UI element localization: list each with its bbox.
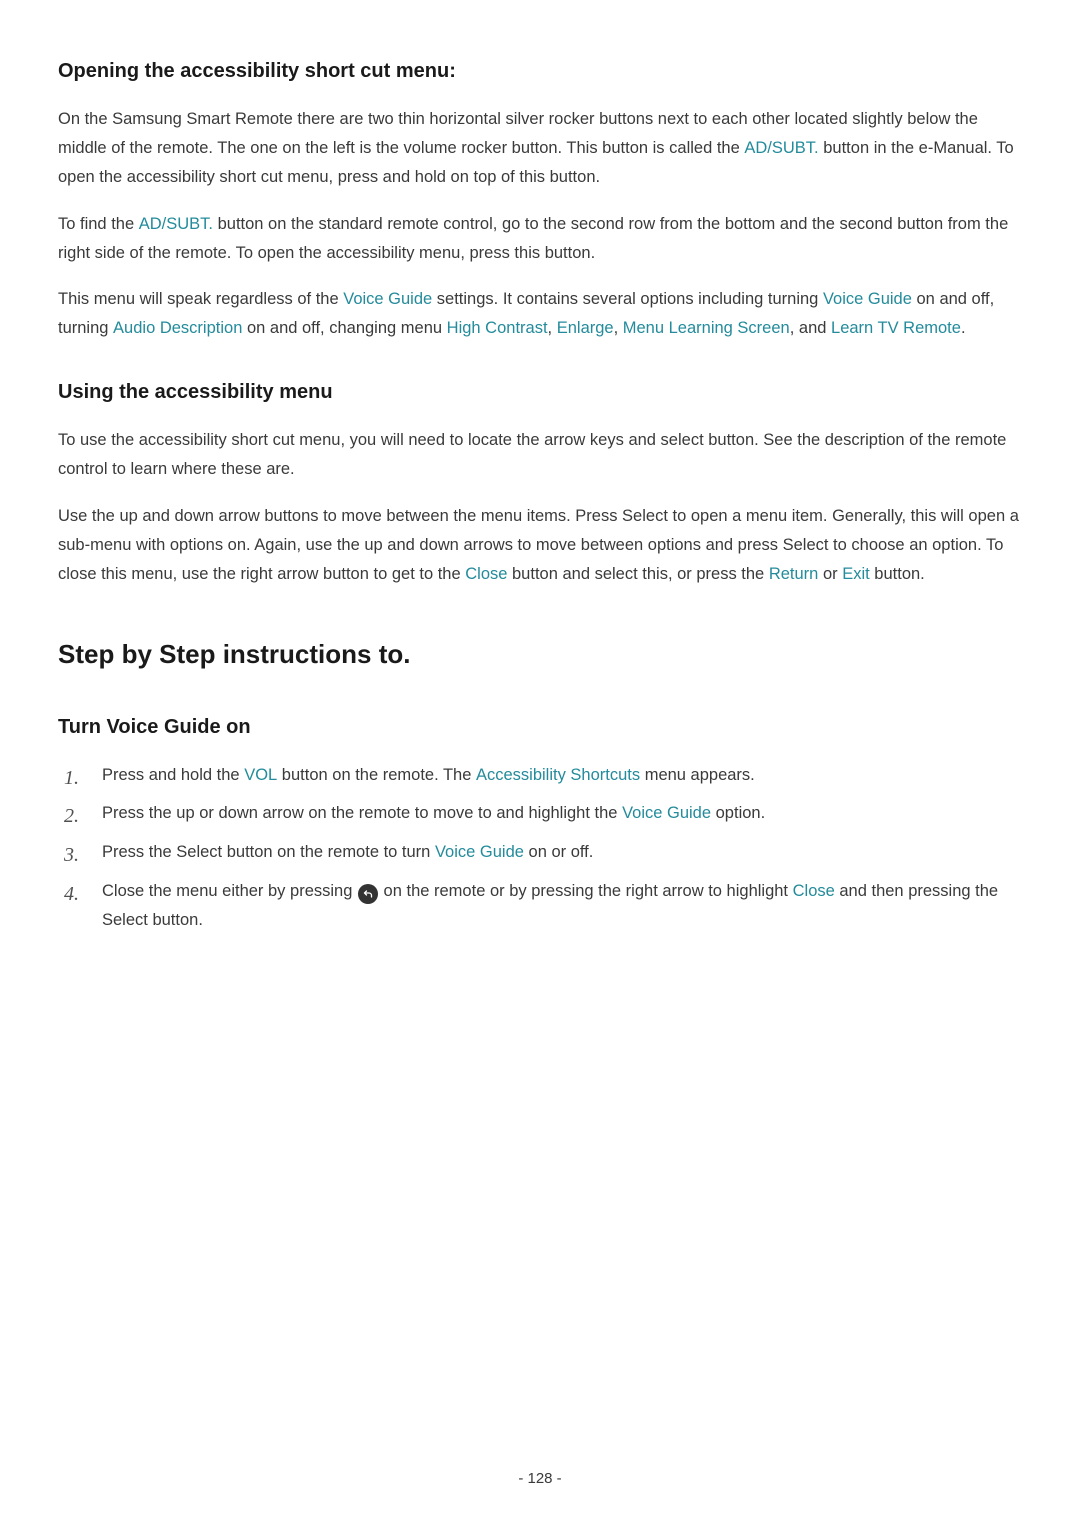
body-text: on or off. [524, 843, 593, 861]
paragraph: To find the AD/SUBT. button on the stand… [58, 210, 1022, 268]
term-return: Return [769, 565, 819, 583]
page-number: - 128 - [0, 1470, 1080, 1487]
term-high-contrast: High Contrast [447, 319, 548, 337]
body-text: Press the Select button on the remote to… [102, 843, 435, 861]
body-text: , and [790, 319, 831, 337]
body-text: , [548, 319, 557, 337]
term-close: Close [465, 565, 507, 583]
body-text: button. [870, 565, 925, 583]
return-icon [358, 884, 378, 904]
list-item: Press the Select button on the remote to… [58, 838, 1022, 867]
ordered-steps: Press and hold the VOL button on the rem… [58, 761, 1022, 935]
term-vol: VOL [244, 766, 277, 784]
body-text: settings. It contains several options in… [432, 290, 823, 308]
heading-opening-shortcut: Opening the accessibility short cut menu… [58, 58, 1022, 85]
term-ad-subt: AD/SUBT. [139, 215, 213, 233]
body-text: button on the remote. The [277, 766, 476, 784]
term-audio-description: Audio Description [113, 319, 242, 337]
section-using-accessibility-menu: Using the accessibility menu To use the … [58, 379, 1022, 588]
body-text: , [614, 319, 623, 337]
body-text: option. [711, 804, 765, 822]
term-exit: Exit [842, 565, 870, 583]
body-text: This menu will speak regardless of the [58, 290, 343, 308]
body-text: menu appears. [640, 766, 755, 784]
term-learn-tv-remote: Learn TV Remote [831, 319, 961, 337]
body-text: Press and hold the [102, 766, 244, 784]
list-item: Close the menu either by pressing on the… [58, 877, 1022, 935]
term-enlarge: Enlarge [557, 319, 614, 337]
heading-step-by-step: Step by Step instructions to. [58, 639, 1022, 670]
term-ad-subt: AD/SUBT. [744, 139, 818, 157]
term-voice-guide: Voice Guide [622, 804, 711, 822]
section-opening-shortcut: Opening the accessibility short cut menu… [58, 58, 1022, 343]
section-turn-voice-guide-on: Turn Voice Guide on Press and hold the V… [58, 714, 1022, 935]
paragraph: This menu will speak regardless of the V… [58, 285, 1022, 343]
paragraph: On the Samsung Smart Remote there are tw… [58, 105, 1022, 192]
paragraph: Use the up and down arrow buttons to mov… [58, 502, 1022, 589]
list-item: Press and hold the VOL button on the rem… [58, 761, 1022, 790]
list-item: Press the up or down arrow on the remote… [58, 799, 1022, 828]
body-text: button and select this, or press the [507, 565, 768, 583]
paragraph: To use the accessibility short cut menu,… [58, 426, 1022, 484]
heading-using-accessibility-menu: Using the accessibility menu [58, 379, 1022, 406]
term-accessibility-shortcuts: Accessibility Shortcuts [476, 766, 640, 784]
body-text: To find the [58, 215, 139, 233]
body-text: or [818, 565, 842, 583]
subheading-turn-voice-guide-on: Turn Voice Guide on [58, 714, 1022, 741]
term-voice-guide: Voice Guide [823, 290, 912, 308]
body-text: on and off, changing menu [242, 319, 446, 337]
body-text: . [961, 319, 966, 337]
term-close: Close [793, 882, 835, 900]
body-text: Close the menu either by pressing [102, 882, 357, 900]
term-voice-guide: Voice Guide [435, 843, 524, 861]
body-text: on the remote or by pressing the right a… [379, 882, 793, 900]
body-text: Press the up or down arrow on the remote… [102, 804, 622, 822]
term-menu-learning-screen: Menu Learning Screen [623, 319, 790, 337]
term-voice-guide: Voice Guide [343, 290, 432, 308]
